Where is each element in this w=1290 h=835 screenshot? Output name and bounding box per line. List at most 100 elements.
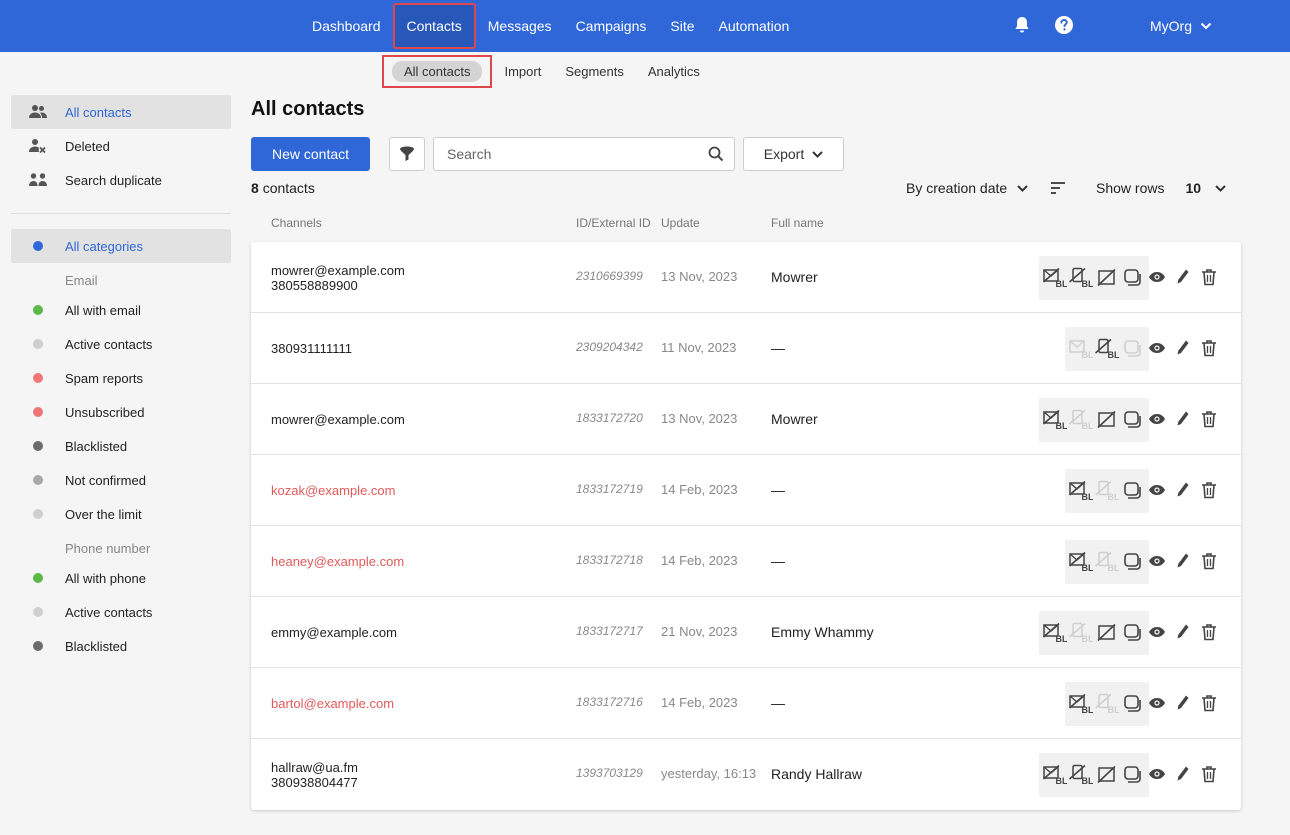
sort-order-icon[interactable] <box>1050 181 1066 198</box>
delete-icon[interactable] <box>1199 692 1219 714</box>
sidebar-item-email-blacklisted[interactable]: Blacklisted <box>11 429 231 463</box>
edit-icon[interactable] <box>1173 408 1193 430</box>
view-icon[interactable] <box>1147 479 1167 501</box>
view-icon[interactable] <box>1147 337 1167 359</box>
view-icon[interactable] <box>1147 550 1167 572</box>
table-row[interactable]: hallraw@ua.fm 380938804477 1393703129 yeste… <box>251 739 1241 810</box>
subnav-segments[interactable]: Segments <box>553 64 636 79</box>
nav-campaigns[interactable]: Campaigns <box>564 8 659 44</box>
sms-blacklist-icon[interactable]: BL <box>1069 408 1093 432</box>
sidebar-item-all-contacts[interactable]: All contacts <box>11 95 231 129</box>
chat-icon[interactable] <box>1121 337 1145 361</box>
sidebar-item-deleted[interactable]: Deleted <box>11 129 231 163</box>
table-row[interactable]: mowrer@example.com 1833172720 13 Nov, 2023… <box>251 384 1241 455</box>
delete-icon[interactable] <box>1199 266 1219 288</box>
view-icon[interactable] <box>1147 621 1167 643</box>
sidebar-item-phone-active-contacts[interactable]: Active contacts <box>11 595 231 629</box>
delete-icon[interactable] <box>1199 763 1219 785</box>
contact-email[interactable]: mowrer@example.com <box>271 412 405 427</box>
table-row[interactable]: mowrer@example.com 380558889900 2310669399… <box>251 242 1241 313</box>
sms-blacklist-icon[interactable]: BL <box>1095 692 1119 716</box>
sidebar-item-email-not-confirmed[interactable]: Not confirmed <box>11 463 231 497</box>
edit-icon[interactable] <box>1173 479 1193 501</box>
view-icon[interactable] <box>1147 763 1167 785</box>
subnav-all-contacts[interactable]: All contacts <box>392 60 483 82</box>
edit-icon[interactable] <box>1173 337 1193 359</box>
delete-icon[interactable] <box>1199 479 1219 501</box>
table-row[interactable]: bartol@example.com 1833172716 14 Feb, 2023… <box>251 668 1241 739</box>
table-row[interactable]: kozak@example.com 1833172719 14 Feb, 2023 —… <box>251 455 1241 526</box>
edit-icon[interactable] <box>1173 621 1193 643</box>
nav-messages[interactable]: Messages <box>476 8 564 44</box>
edit-icon[interactable] <box>1173 763 1193 785</box>
sms-blacklist-icon[interactable]: BL <box>1069 763 1093 787</box>
chat-icon[interactable] <box>1121 550 1145 574</box>
contact-phone[interactable]: 380931111111 <box>271 341 352 356</box>
new-contact-button[interactable]: New contact <box>251 137 370 171</box>
sidebar-item-search-duplicate[interactable]: Search duplicate <box>11 163 231 197</box>
nav-site[interactable]: Site <box>658 8 706 44</box>
email-blacklist-icon[interactable]: BL <box>1069 550 1093 574</box>
chat-icon[interactable] <box>1121 621 1145 645</box>
email-blacklist-icon[interactable]: BL <box>1043 266 1067 290</box>
delete-icon[interactable] <box>1199 408 1219 430</box>
edit-icon[interactable] <box>1173 266 1193 288</box>
sidebar-item-all-categories[interactable]: All categories <box>11 229 231 263</box>
sort-dropdown[interactable]: By creation date <box>906 180 1028 196</box>
edit-icon[interactable] <box>1173 550 1193 572</box>
nav-contacts[interactable]: Contacts <box>392 3 476 49</box>
org-menu[interactable]: MyOrg <box>1150 0 1212 52</box>
email-blacklist-icon[interactable]: BL <box>1043 621 1067 645</box>
contact-phone[interactable]: 380938804477 <box>271 775 358 790</box>
table-row[interactable]: 380931111111 2309204342 11 Nov, 2023 — BL BL <box>251 313 1241 384</box>
view-icon[interactable] <box>1147 692 1167 714</box>
sidebar-item-email-spam-reports[interactable]: Spam reports <box>11 361 231 395</box>
sms-blacklist-icon[interactable]: BL <box>1095 337 1119 361</box>
sidebar-item-email-active-contacts[interactable]: Active contacts <box>11 327 231 361</box>
table-row[interactable]: emmy@example.com 1833172717 21 Nov, 2023 Em… <box>251 597 1241 668</box>
delete-icon[interactable] <box>1199 337 1219 359</box>
view-icon[interactable] <box>1147 266 1167 288</box>
contact-email[interactable]: mowrer@example.com <box>271 263 405 278</box>
email-blacklist-icon[interactable]: BL <box>1069 479 1093 503</box>
contact-email[interactable]: hallraw@ua.fm <box>271 760 358 775</box>
messenger-off-icon[interactable] <box>1095 621 1119 645</box>
sidebar-item-phone-blacklisted[interactable]: Blacklisted <box>11 629 231 663</box>
contact-email[interactable]: heaney@example.com <box>271 554 404 569</box>
bell-icon[interactable] <box>1010 13 1034 37</box>
search-icon[interactable] <box>708 146 724 165</box>
show-rows-select[interactable]: 10 <box>1185 180 1226 196</box>
chat-icon[interactable] <box>1121 692 1145 716</box>
filter-button[interactable] <box>389 137 425 171</box>
sms-blacklist-icon[interactable]: BL <box>1095 550 1119 574</box>
delete-icon[interactable] <box>1199 621 1219 643</box>
table-row[interactable]: heaney@example.com 1833172718 14 Feb, 2023… <box>251 526 1241 597</box>
sms-blacklist-icon[interactable]: BL <box>1069 621 1093 645</box>
view-icon[interactable] <box>1147 408 1167 430</box>
email-icon[interactable]: BL <box>1069 337 1093 361</box>
edit-icon[interactable] <box>1173 692 1193 714</box>
subnav-import[interactable]: Import <box>492 64 553 79</box>
chat-icon[interactable] <box>1121 266 1145 290</box>
sidebar-item-email-unsubscribed[interactable]: Unsubscribed <box>11 395 231 429</box>
email-blacklist-icon[interactable]: BL <box>1043 408 1067 432</box>
contact-email[interactable]: emmy@example.com <box>271 625 397 640</box>
chat-icon[interactable] <box>1121 479 1145 503</box>
sms-blacklist-icon[interactable]: BL <box>1095 479 1119 503</box>
sidebar-item-email-all-with-email[interactable]: All with email <box>11 293 231 327</box>
export-button[interactable]: Export <box>743 137 844 171</box>
messenger-off-icon[interactable] <box>1095 408 1119 432</box>
chat-icon[interactable] <box>1121 763 1145 787</box>
messenger-off-icon[interactable] <box>1095 763 1119 787</box>
sms-blacklist-icon[interactable]: BL <box>1069 266 1093 290</box>
email-blacklist-icon[interactable]: BL <box>1069 692 1093 716</box>
contact-phone[interactable]: 380558889900 <box>271 278 405 293</box>
help-icon[interactable] <box>1052 13 1076 37</box>
sidebar-item-phone-all-with-phone[interactable]: All with phone <box>11 561 231 595</box>
contact-email[interactable]: kozak@example.com <box>271 483 395 498</box>
delete-icon[interactable] <box>1199 550 1219 572</box>
chat-icon[interactable] <box>1121 408 1145 432</box>
subnav-analytics[interactable]: Analytics <box>636 64 712 79</box>
email-blacklist-icon[interactable]: BL <box>1043 763 1067 787</box>
contact-email[interactable]: bartol@example.com <box>271 696 394 711</box>
